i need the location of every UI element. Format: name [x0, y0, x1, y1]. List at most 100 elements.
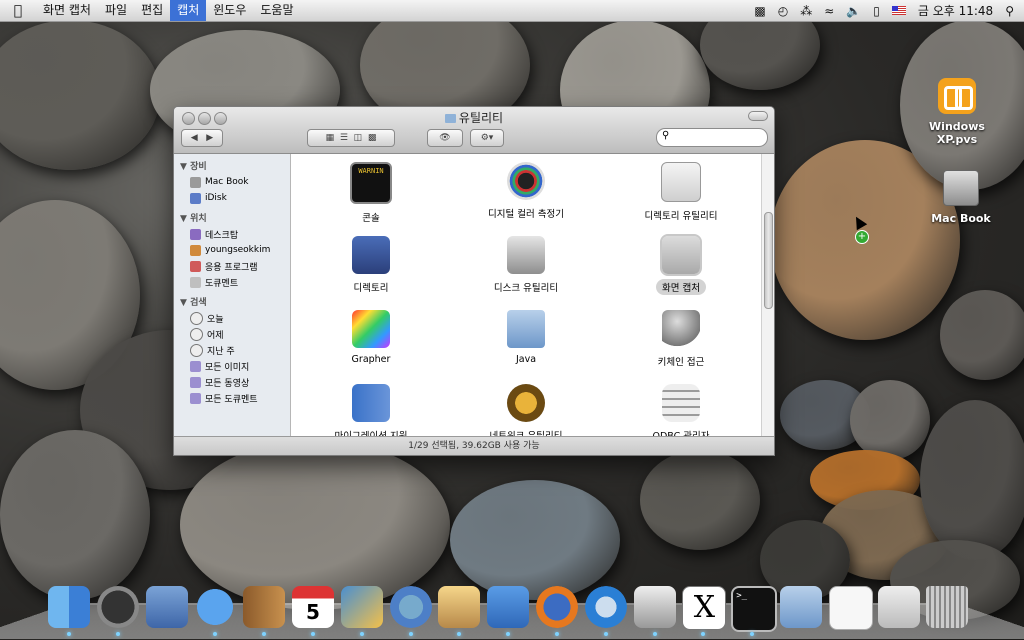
- view-buttons[interactable]: ▦ ☰ ◫ ▩: [307, 129, 395, 147]
- icon-view-icon[interactable]: ▦: [326, 133, 335, 143]
- sidebar-item-devices[interactable]: Mac Book: [174, 174, 290, 190]
- spaces-icon[interactable]: ▩: [754, 4, 765, 18]
- apple-menu-icon[interactable]: : [0, 3, 36, 19]
- sidebar-item-places[interactable]: 데스크탑: [174, 226, 290, 242]
- sidebar-item-label: Mac Book: [205, 177, 249, 187]
- folder-icon[interactable]: [780, 586, 822, 628]
- document-icon[interactable]: [828, 586, 873, 630]
- trash-icon[interactable]: [926, 586, 969, 628]
- ichat-icon[interactable]: [194, 586, 237, 628]
- x11-icon[interactable]: X: [682, 586, 727, 630]
- file-item[interactable]: 화면 캡처: [606, 234, 756, 295]
- file-item[interactable]: WARNIN 콘솔: [296, 162, 446, 225]
- file-item-label: 화면 캡처: [656, 279, 706, 295]
- file-item-label: 디렉토리 유틸리티: [644, 211, 718, 222]
- address-book-icon[interactable]: [243, 586, 286, 628]
- dashboard-icon[interactable]: [96, 586, 139, 628]
- menu-clock[interactable]: 금 오후 11:48: [918, 2, 993, 19]
- file-item[interactable]: ODBC 관리자: [606, 384, 756, 436]
- sidebar-item-places[interactable]: 도큐멘트: [174, 274, 290, 290]
- quicktime-icon[interactable]: [584, 586, 627, 628]
- finder-icon[interactable]: [48, 586, 90, 628]
- sidebar-item-places[interactable]: youngseokkim: [174, 242, 290, 258]
- clock-icon: [190, 343, 203, 357]
- file-item-label: Grapher: [351, 354, 391, 365]
- sidebar-header-devices[interactable]: ▼ 장비: [174, 154, 290, 174]
- file-item[interactable]: 디지털 컬러 측정기: [451, 162, 601, 221]
- file-item[interactable]: 디렉토리: [296, 236, 446, 295]
- bluetooth-icon[interactable]: ⁂: [800, 4, 812, 18]
- smart-folder-icon: [190, 392, 201, 404]
- forward-icon[interactable]: ▶: [206, 133, 213, 143]
- file-item[interactable]: 디렉토리 유틸리티: [606, 162, 756, 223]
- sidebar-item-search[interactable]: 모든 도큐멘트: [174, 390, 290, 406]
- quick-look-button[interactable]: 👁: [427, 129, 463, 147]
- sidebar-item-search[interactable]: 어제: [174, 326, 290, 342]
- back-icon[interactable]: ◀: [191, 133, 198, 143]
- file-item-label: 네트워크 유틸리티: [484, 427, 569, 436]
- ical-icon[interactable]: 5: [292, 586, 334, 628]
- battery-icon[interactable]: ▯: [873, 4, 880, 18]
- file-item[interactable]: 네트워크 유틸리티: [451, 384, 601, 436]
- sidebar-item-devices[interactable]: iDisk: [174, 190, 290, 206]
- downloads-icon[interactable]: [877, 586, 920, 628]
- spotlight-icon[interactable]: ⚲: [1005, 4, 1014, 18]
- file-item[interactable]: 마이그레이션 지원: [296, 384, 446, 436]
- disclosure-triangle-icon[interactable]: ▼: [180, 162, 190, 172]
- desktop-icon-mac-book[interactable]: Mac Book: [916, 170, 1006, 225]
- sidebar-item-search[interactable]: 지난 주: [174, 342, 290, 358]
- firefox-icon[interactable]: [536, 586, 578, 628]
- file-item[interactable]: Grapher: [296, 310, 446, 366]
- volume-icon[interactable]: 🔈: [846, 4, 861, 18]
- window-titlebar[interactable]: 유틸리티 ◀ ▶ ▦ ☰ ◫ ▩ 👁 ⚙▾ ⚲: [174, 107, 774, 154]
- preview-icon[interactable]: [438, 586, 481, 628]
- menu-2[interactable]: 편집: [134, 0, 170, 21]
- sidebar-item-places[interactable]: 응용 프로그램: [174, 258, 290, 274]
- coverflow-view-icon[interactable]: ▩: [368, 133, 377, 143]
- toolbar-toggle-button[interactable]: [748, 111, 768, 121]
- grab-icon[interactable]: [633, 586, 676, 628]
- scrollbar-thumb[interactable]: [764, 212, 773, 309]
- terminal-icon[interactable]: >_: [731, 586, 778, 632]
- sidebar-item-label: 데스크탑: [205, 230, 239, 241]
- disclosure-triangle-icon[interactable]: ▼: [180, 214, 190, 224]
- list-view-icon[interactable]: ☰: [340, 133, 348, 143]
- sidebar-item-label: 모든 이미지: [205, 362, 250, 373]
- safari-icon[interactable]: [487, 586, 530, 628]
- running-indicator: [311, 632, 315, 636]
- time-machine-icon[interactable]: ◴: [778, 4, 788, 18]
- desktop-icon-windows-xp[interactable]: Windows XP.pvs: [912, 78, 1002, 146]
- input-flag-icon[interactable]: [891, 6, 906, 15]
- file-item[interactable]: Java: [451, 310, 601, 366]
- itunes-icon[interactable]: [389, 586, 432, 628]
- back-forward-buttons[interactable]: ◀ ▶: [181, 129, 223, 147]
- menu-4[interactable]: 윈도우: [206, 0, 253, 21]
- clock-icon: [190, 311, 203, 325]
- menu-1[interactable]: 파일: [98, 0, 134, 21]
- prompt-glyph: >_: [736, 591, 748, 601]
- sidebar-header-places[interactable]: ▼ 위치: [174, 206, 290, 226]
- grapher-icon: [352, 310, 390, 348]
- file-item[interactable]: 키체인 접근: [606, 310, 756, 369]
- search-field[interactable]: ⚲: [656, 128, 768, 147]
- iphoto-icon[interactable]: [340, 586, 383, 628]
- mail-icon[interactable]: [145, 586, 188, 628]
- sidebar-header-search[interactable]: ▼ 검색: [174, 290, 290, 310]
- action-button[interactable]: ⚙▾: [470, 129, 504, 147]
- sidebar-item-search[interactable]: 오늘: [174, 310, 290, 326]
- menu-5[interactable]: 도움말: [253, 0, 300, 21]
- wifi-icon[interactable]: ≈: [824, 4, 834, 18]
- color-meter-icon: [507, 162, 545, 200]
- desktop-icon-label: Mac Book: [931, 212, 991, 225]
- sidebar-item-label: 모든 동영상: [205, 378, 250, 389]
- x-glyph: X: [693, 590, 716, 625]
- pebble: [0, 20, 160, 170]
- column-view-icon[interactable]: ◫: [354, 133, 363, 143]
- disclosure-triangle-icon[interactable]: ▼: [180, 298, 190, 308]
- file-item[interactable]: 디스크 유틸리티: [451, 236, 601, 295]
- menu-0[interactable]: 화면 캡처: [36, 0, 98, 21]
- vertical-scrollbar[interactable]: [761, 154, 774, 436]
- menu-3[interactable]: 캡처: [170, 0, 207, 21]
- sidebar-item-search[interactable]: 모든 동영상: [174, 374, 290, 390]
- sidebar-item-search[interactable]: 모든 이미지: [174, 358, 290, 374]
